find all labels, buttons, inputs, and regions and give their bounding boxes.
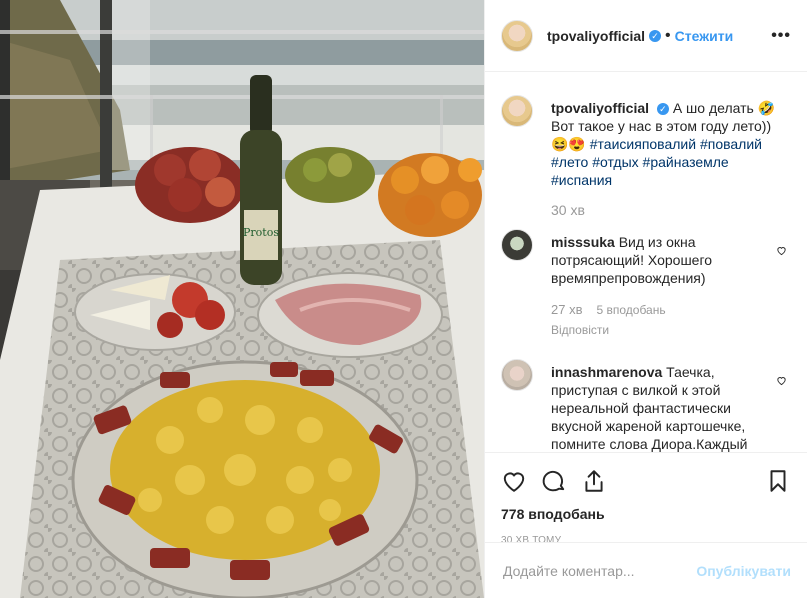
- post-photo[interactable]: Protos: [0, 0, 484, 598]
- post-actions: 778 вподобань 30 ХВ ТОМУ Опублікувати: [485, 452, 807, 598]
- wine-bottle: [250, 75, 272, 135]
- like-heart-icon[interactable]: [501, 468, 527, 494]
- comment-likes[interactable]: 5 вподобань: [596, 301, 665, 319]
- like-comment-heart-icon[interactable]: [776, 375, 787, 386]
- publish-button[interactable]: Опублікувати: [696, 563, 791, 579]
- post-side-panel: tpovaliyofficial ✓ • Стежити ••• tpovali…: [484, 0, 807, 598]
- comment-avatar[interactable]: [501, 229, 533, 261]
- comment-item: innashmarenova Таечка, приступая с вилко…: [501, 359, 791, 452]
- comment-username[interactable]: innashmarenova: [551, 364, 662, 380]
- comment-time[interactable]: 27 хв: [551, 301, 582, 319]
- comments-list[interactable]: tpovaliyofficial ✓ А шо делать 🤣 Вот так…: [485, 73, 807, 452]
- reply-button[interactable]: Відповісти: [551, 321, 779, 339]
- comment-body: innashmarenova Таечка, приступая с вилко…: [551, 363, 779, 452]
- post-container: Protos tpovaliyofficial ✓ • Стежити ••• …: [0, 0, 807, 598]
- share-icon[interactable]: [581, 468, 607, 494]
- author-avatar[interactable]: [501, 19, 533, 52]
- comment-item: misssuka Вид из окна потрясающий! Хороше…: [501, 229, 791, 339]
- caption-avatar[interactable]: [501, 95, 533, 127]
- like-comment-heart-icon[interactable]: [776, 245, 787, 256]
- bookmark-icon[interactable]: [765, 468, 791, 494]
- comment-avatar[interactable]: [501, 359, 533, 391]
- more-options-icon[interactable]: •••: [771, 27, 791, 45]
- add-comment-input[interactable]: [501, 561, 697, 580]
- caption: tpovaliyofficial ✓ А шо делать 🤣 Вот так…: [501, 95, 791, 219]
- caption-body: tpovaliyofficial ✓ А шо делать 🤣 Вот так…: [551, 99, 779, 219]
- caption-time[interactable]: 30 хв: [551, 201, 779, 219]
- author-username[interactable]: tpovaliyofficial: [547, 28, 645, 44]
- comment-body: misssuka Вид из окна потрясающий! Хороше…: [551, 233, 779, 339]
- add-comment-bar: Опублікувати: [485, 542, 807, 598]
- verified-badge-icon: ✓: [656, 103, 669, 115]
- verified-badge-icon: ✓: [649, 29, 662, 42]
- separator-dot: •: [665, 26, 671, 44]
- follow-button[interactable]: Стежити: [675, 28, 734, 44]
- action-icons: [501, 457, 791, 505]
- photo-illustration: Protos: [0, 0, 484, 598]
- post-header: tpovaliyofficial ✓ • Стежити •••: [485, 0, 807, 72]
- comment-username[interactable]: misssuka: [551, 234, 615, 250]
- comment-meta: 27 хв 5 вподобань: [551, 301, 779, 319]
- caption-username[interactable]: tpovaliyofficial: [551, 100, 649, 116]
- comment-bubble-icon[interactable]: [541, 468, 567, 494]
- likes-count[interactable]: 778 вподобань: [501, 506, 791, 522]
- bottle-label: Protos: [243, 226, 279, 239]
